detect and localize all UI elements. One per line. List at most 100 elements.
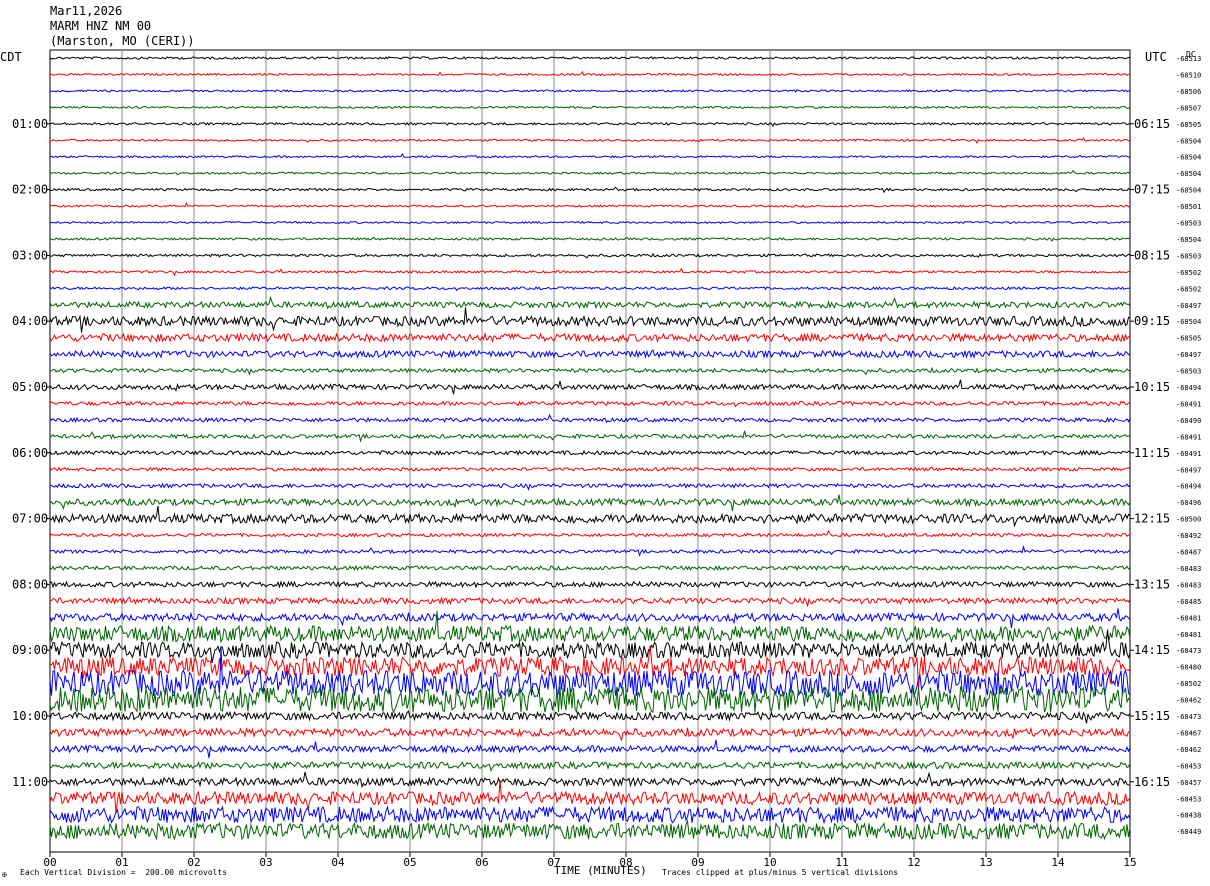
trace-line	[49, 332, 1131, 344]
dc-offset-label: -68502	[1176, 269, 1201, 277]
dc-offset-label: -68453	[1176, 795, 1201, 803]
cdt-hour-label: 09:00	[12, 643, 48, 657]
utc-hour-label: 13:15	[1134, 577, 1170, 591]
trace-line	[49, 202, 1131, 208]
trace-line	[49, 169, 1131, 176]
cdt-hour-label: 01:00	[12, 117, 48, 131]
trace-line	[49, 564, 1131, 572]
dc-offset-label: -68497	[1176, 466, 1201, 474]
dc-offset-label: -68449	[1176, 828, 1201, 836]
dc-offset-label: -68494	[1176, 384, 1201, 392]
dc-offset-label: -68467	[1176, 729, 1201, 737]
trace-line	[49, 739, 1131, 759]
cdt-hour-label: 06:00	[12, 446, 48, 460]
seismogram-plot: 00 01 02 03 04 05 06 07 08 09 10 11 12 13 14 15-68513-6…	[12, 49, 1201, 869]
dc-offset-label: -68505	[1176, 335, 1201, 343]
trace-line	[49, 137, 1131, 145]
x-tick-label: 05	[403, 856, 416, 869]
dc-offset-label: -68453	[1176, 762, 1201, 770]
dc-offset-label: -68502	[1176, 680, 1201, 688]
dc-offset-label: -68510	[1176, 71, 1201, 79]
cdt-hour-label: 03:00	[12, 248, 48, 262]
trace-line	[49, 805, 1131, 825]
trace-line	[49, 580, 1131, 589]
utc-hour-label: 15:15	[1134, 709, 1170, 723]
trace-line	[49, 70, 1131, 77]
dc-offset-label: -68473	[1176, 647, 1201, 655]
cdt-hour-label: 11:00	[12, 775, 48, 789]
x-axis-title: TIME (MINUTES)	[554, 864, 647, 877]
trace-line	[49, 267, 1131, 277]
dc-offset-label: -68497	[1176, 302, 1201, 310]
trace-line	[49, 760, 1131, 772]
trace-line	[49, 482, 1131, 491]
dc-offset-label: -68457	[1176, 779, 1201, 787]
utc-hour-label: 14:15	[1134, 643, 1170, 657]
dc-offset-label: -68504	[1176, 154, 1201, 162]
clip-note: Traces clipped at plus/minus 5 vertical …	[662, 868, 899, 877]
trace-line	[49, 349, 1131, 359]
trace-line	[49, 494, 1131, 512]
dc-offset-label: -68483	[1176, 565, 1201, 573]
dc-offset-label: -68496	[1176, 499, 1201, 507]
x-tick-label: 04	[331, 856, 345, 869]
trace-line	[49, 366, 1131, 376]
dc-offset-label: -68481	[1176, 631, 1201, 639]
dc-offset-label: -68462	[1176, 746, 1201, 754]
dc-offset-label: -68506	[1176, 88, 1201, 96]
utc-hour-label: 10:15	[1134, 380, 1170, 394]
trace-line	[49, 307, 1131, 333]
dc-offset-label: -68503	[1176, 368, 1201, 376]
trace-line	[49, 400, 1131, 408]
trace-line	[50, 252, 1131, 259]
trace-line	[49, 710, 1131, 724]
trace-line	[49, 153, 1131, 159]
dc-offset-label: -68513	[1176, 55, 1201, 63]
trace-line	[49, 413, 1131, 424]
utc-hour-label: 12:15	[1134, 512, 1170, 526]
dc-offset-label: -68504	[1176, 170, 1201, 178]
trace-line	[49, 819, 1131, 841]
trace-line	[49, 56, 1131, 60]
trace-line	[49, 105, 1131, 110]
utc-hour-label: 11:15	[1134, 446, 1170, 460]
cdt-hour-label: 07:00	[12, 512, 48, 526]
x-tick-label: 14	[1051, 856, 1065, 869]
dc-offset-label: -68483	[1176, 581, 1201, 589]
dc-offset-label: -68491	[1176, 400, 1201, 408]
cdt-hour-label: 04:00	[12, 314, 48, 328]
utc-hour-label: 16:15	[1134, 775, 1170, 789]
x-tick-label: 12	[907, 856, 920, 869]
x-tick-label: 06	[475, 856, 488, 869]
trace-line	[49, 449, 1131, 457]
trace-line	[49, 186, 1131, 194]
dc-offset-label: -68473	[1176, 713, 1201, 721]
trace-line	[49, 545, 1131, 557]
trace-line	[49, 220, 1131, 225]
trace-line	[49, 529, 1131, 538]
dc-offset-label: -68500	[1176, 516, 1201, 524]
trace-line	[49, 505, 1131, 528]
cdt-hour-label: 08:00	[12, 577, 48, 591]
trace-line	[49, 236, 1131, 243]
dc-offset-label: -68505	[1176, 121, 1201, 129]
dc-offset-label: -68462	[1176, 697, 1201, 705]
trace-line	[49, 88, 1131, 93]
dc-offset-label: -68485	[1176, 598, 1201, 606]
trace-line	[49, 121, 1131, 127]
trace-line	[49, 608, 1131, 629]
dc-offset-label: -68438	[1176, 812, 1201, 820]
trace-line	[49, 771, 1130, 789]
dc-offset-label: -68490	[1176, 417, 1201, 425]
dc-offset-label: -68504	[1176, 318, 1201, 326]
dc-offset-label: -68487	[1176, 549, 1201, 557]
utc-hour-label: 07:15	[1134, 183, 1170, 197]
dc-offset-label: -68491	[1176, 433, 1201, 441]
trace-line	[49, 466, 1131, 472]
scale-note: Each Vertical Division = 200.00 microvol…	[20, 868, 228, 877]
dc-offset-label: -68492	[1176, 532, 1201, 540]
dc-offset-label: -68507	[1176, 104, 1201, 112]
x-tick-label: 13	[979, 856, 992, 869]
trace-line	[49, 295, 1131, 310]
corner-mark: ✠	[2, 870, 7, 879]
